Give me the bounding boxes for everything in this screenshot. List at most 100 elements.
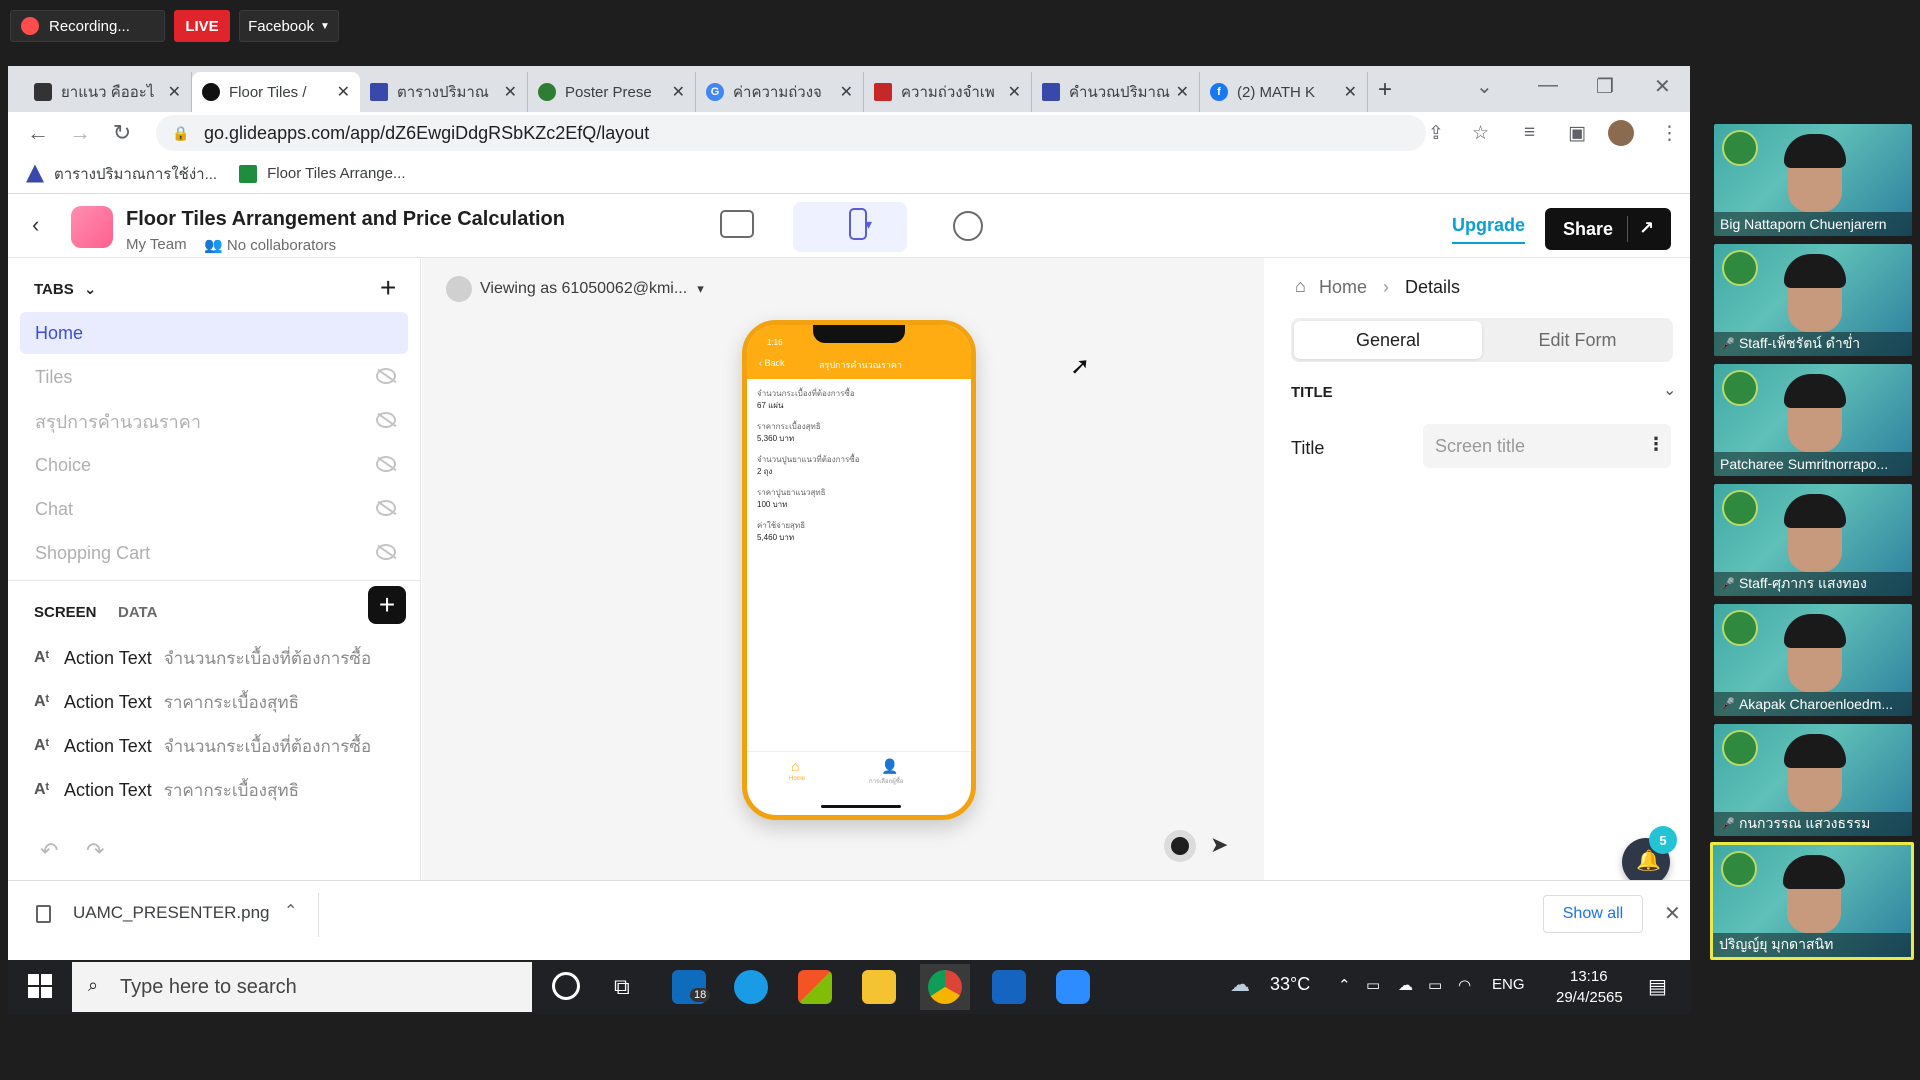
user-icon[interactable]: 👤 (881, 758, 898, 775)
participant-tile[interactable]: 🎤 Staff-เพ็ชรัตน์ ดำข่ำ (1714, 244, 1912, 356)
zoom-app-icon[interactable] (1056, 970, 1090, 1004)
profile-avatar[interactable] (1608, 120, 1634, 146)
recording-status[interactable]: Recording... (10, 10, 165, 42)
participant-tile[interactable]: 🎤 กนกวรรณ แสวงธรรม (1714, 724, 1912, 836)
download-filename[interactable]: UAMC_PRESENTER.png (73, 903, 270, 923)
restore-icon[interactable]: ❐ (1596, 74, 1614, 99)
close-icon[interactable]: ✕ (168, 82, 181, 102)
collaborators[interactable]: 👥 No collaborators (204, 236, 336, 254)
phone-back-button[interactable]: ‹ Back (759, 358, 785, 368)
clock-date[interactable]: 29/4/2565 (1556, 989, 1623, 1006)
participant-tile[interactable]: 🎤 Staff-ศุภากร แสงทอง (1714, 484, 1912, 596)
share-button[interactable]: Share ↗ (1545, 208, 1671, 250)
close-icon[interactable]: ✕ (672, 82, 685, 102)
tab-data[interactable]: DATA (118, 604, 157, 621)
file-explorer-icon[interactable] (862, 970, 896, 1004)
section-heading[interactable]: TITLE (1291, 384, 1333, 401)
data-editor-icon[interactable] (720, 210, 754, 238)
hidden-eye-icon[interactable] (376, 368, 396, 384)
meet-now-icon[interactable]: ▭ (1366, 976, 1380, 994)
close-icon[interactable]: ✕ (1664, 901, 1681, 926)
edge-app-icon[interactable] (734, 970, 768, 1004)
browser-tab[interactable]: Poster Prese ✕ (528, 72, 696, 112)
close-icon[interactable]: ✕ (1176, 82, 1189, 102)
tab-general[interactable]: General (1294, 321, 1482, 359)
component-row[interactable]: Aᵗ Action Text จำนวนกระเบื้องที่ต้องการซ… (34, 638, 404, 678)
close-icon[interactable]: ✕ (337, 82, 350, 102)
component-row[interactable]: Aᵗ Action Text ราคากระเบื้องสุทธิ (34, 682, 404, 722)
tab-screen[interactable]: SCREEN (34, 604, 97, 621)
lock-icon[interactable]: 🔒 (172, 125, 189, 142)
close-icon[interactable]: ✕ (1008, 82, 1021, 102)
play-preview-button[interactable] (1164, 830, 1196, 862)
home-icon[interactable]: ⌂ (1295, 276, 1306, 297)
share-page-icon[interactable]: ⇪ (1428, 122, 1444, 145)
participant-tile[interactable]: Big Nattaporn Chuenjarern (1714, 124, 1912, 236)
clock-time[interactable]: 13:16 (1570, 968, 1608, 985)
tab-search-icon[interactable]: ⌄ (1476, 74, 1493, 99)
taskbar-search-input[interactable]: Type here to search (72, 962, 532, 1012)
screen-title-input[interactable]: Screen title (1423, 424, 1671, 468)
component-row[interactable]: Aᵗ Action Text ราคากระเบื้องสุทธิ (34, 770, 404, 810)
show-all-button[interactable]: Show all (1543, 895, 1643, 933)
mail-app-icon[interactable]: 18 (672, 970, 711, 1004)
nav-item-price-summary[interactable]: สรุปการคำนวณราคา (20, 400, 408, 442)
navigate-mode-icon[interactable]: ➤ (1210, 832, 1228, 858)
nav-item-shopping-cart[interactable]: Shopping Cart (20, 532, 408, 574)
nav-item-choice[interactable]: Choice (20, 444, 408, 486)
close-icon[interactable]: ✕ (840, 82, 853, 102)
wifi-icon[interactable]: ◠ (1458, 976, 1471, 994)
platform-dropdown[interactable]: Facebook ▼ (239, 10, 339, 42)
redo-icon[interactable]: ↷ (86, 838, 104, 864)
cortana-icon[interactable] (552, 972, 580, 1000)
windows-start-icon[interactable] (28, 974, 52, 998)
tray-chevron-up-icon[interactable]: ⌃ (1338, 976, 1351, 994)
back-icon[interactable]: ← (24, 120, 52, 146)
browser-tab[interactable]: ความถ่วงจำเพ ✕ (864, 72, 1032, 112)
browser-tab[interactable]: G ค่าความถ่วงจ ✕ (696, 72, 864, 112)
bookmark-item[interactable]: ตารางปริมาณการใช้ง่า... (26, 162, 217, 186)
browser-tab[interactable]: ตารางปริมาณ ✕ (360, 72, 528, 112)
browser-tab[interactable]: ยาแนว คืออะไ ✕ (24, 72, 192, 112)
store-app-icon[interactable] (798, 970, 832, 1004)
chrome-app-icon[interactable] (928, 970, 962, 1004)
nav-item-home[interactable]: Home (20, 312, 408, 354)
tab-edit-form[interactable]: Edit Form (1485, 321, 1670, 359)
add-component-button[interactable]: + (368, 586, 406, 624)
onedrive-icon[interactable]: ☁ (1398, 976, 1413, 994)
temperature[interactable]: 33°C (1270, 974, 1310, 995)
upgrade-link[interactable]: Upgrade (1452, 215, 1526, 244)
side-panel-icon[interactable]: ▣ (1568, 122, 1586, 145)
language-indicator[interactable]: ENG (1492, 976, 1525, 993)
chevron-up-icon[interactable]: ⌃ (284, 901, 297, 921)
reading-list-icon[interactable]: ≡ (1524, 122, 1535, 144)
close-icon[interactable]: ✕ (504, 82, 517, 102)
action-center-icon[interactable]: ▤ (1648, 974, 1667, 999)
close-icon[interactable]: ✕ (1344, 82, 1357, 102)
breadcrumb-home[interactable]: Home (1319, 277, 1367, 298)
task-view-icon[interactable]: ⧉ (614, 974, 630, 1000)
participant-tile[interactable]: 🎤 Akapak Charoenloedm... (1714, 604, 1912, 716)
back-chevron-icon[interactable]: ‹ (32, 212, 39, 238)
nav-item-tiles[interactable]: Tiles (20, 356, 408, 398)
more-icon[interactable]: ⋮ (1660, 122, 1679, 145)
forward-icon[interactable]: → (66, 120, 94, 146)
home-icon[interactable]: ⌂ (791, 758, 799, 774)
add-tab-icon[interactable]: + (380, 272, 396, 304)
team-name[interactable]: My Team (126, 236, 187, 253)
hidden-eye-icon[interactable] (376, 456, 396, 472)
nav-item-chat[interactable]: Chat (20, 488, 408, 530)
chevron-down-icon[interactable]: ⌄ (1663, 380, 1676, 400)
undo-icon[interactable]: ↶ (40, 838, 58, 864)
hidden-eye-icon[interactable] (376, 412, 396, 428)
battery-icon[interactable]: ▭ (1428, 976, 1442, 994)
address-bar[interactable]: go.glideapps.com/app/dZ6EwgiDdgRSbKZc2Ef… (156, 115, 1426, 151)
component-row[interactable]: Aᵗ Action Text จำนวนกระเบื้องที่ต้องการซ… (34, 726, 404, 766)
weather-icon[interactable]: ☁ (1230, 972, 1250, 997)
minimize-icon[interactable]: — (1538, 74, 1558, 97)
browser-tab[interactable]: คำนวณปริมาณ ✕ (1032, 72, 1200, 112)
participant-tile[interactable]: Patcharee Sumritnorrapo... (1714, 364, 1912, 476)
star-icon[interactable]: ☆ (1472, 122, 1489, 145)
participant-tile-active-speaker[interactable]: ปริญญ์ยุ มุกดาสนิท (1710, 842, 1914, 960)
settings-icon[interactable] (953, 211, 983, 241)
